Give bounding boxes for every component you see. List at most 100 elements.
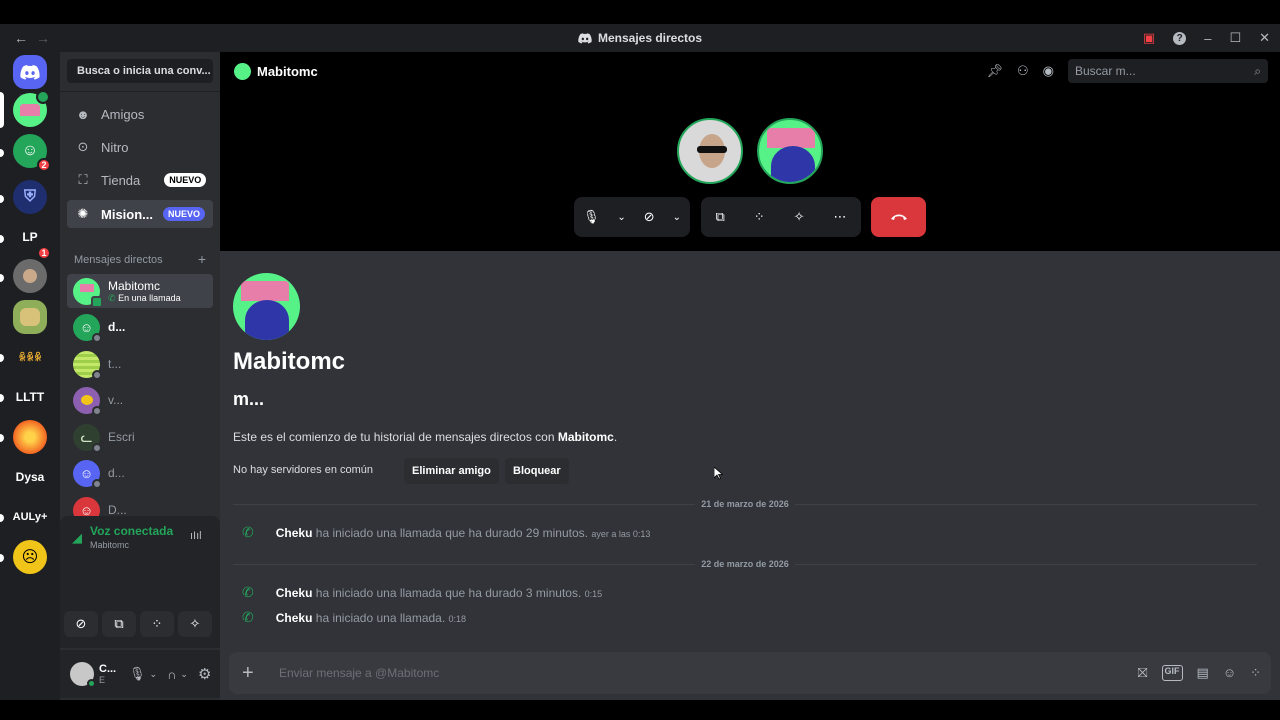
more-options-icon[interactable]: ⋯: [834, 209, 847, 225]
microphone-icon[interactable]: 🎙︎: [129, 666, 146, 682]
camera-off-icon[interactable]: ⊘: [644, 209, 655, 225]
unread-badge: 2: [37, 158, 51, 172]
headphones-icon[interactable]: ∩: [167, 667, 176, 682]
discord-logo-icon: ☺: [21, 142, 39, 159]
friends-icon: ☻: [76, 106, 90, 122]
nav-item-label: Tienda: [101, 172, 141, 188]
user-info[interactable]: C... E: [99, 663, 121, 685]
server-dysa[interactable]: Dysa: [13, 460, 47, 494]
nav-item-shop[interactable]: ⛶ Tienda NUEVO: [67, 166, 213, 194]
header-toolbar: 📌︎ ⚇ ◉ Buscar m... ⌕: [986, 59, 1268, 83]
profile-avatar[interactable]: [233, 273, 300, 340]
soundboard-button[interactable]: ✧: [178, 611, 212, 637]
profile-username: m...: [233, 389, 265, 409]
server-fire[interactable]: [13, 420, 47, 454]
server-active-call[interactable]: [13, 90, 50, 127]
toggle-camera-button[interactable]: ⊘: [64, 611, 98, 637]
nav-item-nitro[interactable]: ⊙ Nitro: [67, 133, 213, 161]
close-icon[interactable]: ✕: [1259, 30, 1270, 46]
shield-icon: ⛨: [23, 188, 36, 205]
add-friend-to-dm-icon[interactable]: ⚇: [1017, 63, 1029, 79]
remove-friend-button[interactable]: Eliminar amigo: [404, 458, 499, 484]
dm-name: Mabitomc: [108, 278, 161, 293]
chevron-down-icon[interactable]: ⌄: [617, 212, 625, 223]
server-lltt[interactable]: LLTT: [13, 380, 47, 414]
avatar-face-icon: [80, 395, 93, 405]
emoji-icon[interactable]: ☺: [1223, 665, 1236, 681]
create-dm-plus-icon[interactable]: +: [198, 252, 206, 266]
hang-up-button[interactable]: [871, 197, 926, 237]
user-panel: C... E 🎙︎ ⌄ ∩ ⌄ ⚙: [60, 650, 220, 698]
message-composer[interactable]: + Enviar mensaje a @Mabitomc ⛝ GIF ▤ ☺ ⁘: [229, 652, 1271, 694]
discord-logo-icon: [20, 64, 40, 80]
header-avatar: [234, 62, 251, 80]
signal-icon[interactable]: ◢: [72, 530, 82, 546]
dm-item[interactable]: ᓚ Escri: [67, 420, 213, 454]
nav-item-friends[interactable]: ☻ Amigos: [67, 100, 213, 128]
server-dm-discord[interactable]: ☺ 2: [13, 134, 51, 172]
maximize-icon[interactable]: ☐: [1229, 30, 1241, 46]
chevron-down-icon[interactable]: ⌄: [673, 212, 681, 223]
settings-gear-icon[interactable]: ⚙: [198, 665, 211, 683]
help-icon[interactable]: ?: [1173, 31, 1187, 45]
user-avatar[interactable]: [70, 662, 96, 688]
dm-text: Mabitomc ✆ En una llamada: [108, 279, 181, 304]
server-food[interactable]: [13, 300, 47, 334]
nav-item-label: Amigos: [101, 106, 145, 122]
dm-item[interactable]: ☺ d...: [67, 310, 213, 344]
user-profile-icon[interactable]: ◉: [1043, 63, 1054, 79]
dm-item[interactable]: v...: [67, 383, 213, 417]
server-emoji[interactable]: ☹: [13, 540, 47, 574]
new-badge: NUEVO: [163, 207, 206, 221]
message-text: ha iniciado una llamada que ha durado 29…: [315, 525, 588, 540]
home-button[interactable]: [13, 55, 47, 89]
share-screen-button[interactable]: ⧉: [102, 611, 136, 637]
dm-item-active[interactable]: Mabitomc ✆ En una llamada: [67, 274, 213, 308]
attach-plus-icon[interactable]: +: [242, 662, 254, 685]
date-label: 21 de marzo de 2026: [701, 499, 789, 509]
call-participant-avatar[interactable]: [757, 118, 823, 184]
message-search-input[interactable]: Buscar m... ⌕: [1068, 59, 1268, 83]
voice-indicator-icon: [36, 90, 50, 104]
noise-suppression-icon[interactable]: ıIıl: [190, 530, 202, 542]
header-name[interactable]: Mabitomc: [257, 64, 318, 79]
dm-name: Escri: [108, 430, 135, 444]
dm-name: D...: [108, 503, 127, 517]
find-conversation-button[interactable]: Busca o inicia una conv...: [67, 59, 213, 83]
chevron-down-icon[interactable]: ⌄: [180, 669, 188, 680]
letterbox-top: [0, 0, 1280, 24]
server-shield[interactable]: ⛨: [13, 180, 47, 214]
message-author[interactable]: Cheku: [276, 586, 313, 600]
chevron-down-icon[interactable]: ⌄: [150, 669, 158, 680]
call-participant-avatar[interactable]: [677, 118, 743, 184]
activities-button[interactable]: ⁘: [140, 611, 174, 637]
phone-icon: ✆: [108, 292, 116, 303]
screen-share-icon[interactable]: ⧉: [715, 209, 724, 225]
gift-icon[interactable]: ⛝: [1138, 665, 1148, 681]
activities-icon[interactable]: ⁘: [754, 209, 765, 225]
avatar: ᓚ: [73, 423, 102, 453]
soundboard-icon[interactable]: ✧: [794, 209, 805, 225]
microphone-icon[interactable]: 🎙︎: [583, 209, 600, 225]
dm-item[interactable]: ☺ d...: [67, 456, 213, 490]
pin-icon[interactable]: 📌︎: [986, 63, 1003, 79]
dm-item[interactable]: t...: [67, 347, 213, 381]
message-author[interactable]: Cheku: [276, 611, 313, 625]
gif-icon[interactable]: GIF: [1161, 665, 1183, 681]
nav-item-quests[interactable]: ✺ Mision... NUEVO: [67, 200, 213, 228]
sticker-icon[interactable]: ▤: [1197, 665, 1209, 681]
server-person-photo[interactable]: [13, 259, 47, 293]
apps-icon[interactable]: ⁘: [1250, 665, 1261, 681]
message-author[interactable]: Cheku: [276, 526, 313, 540]
discord-logo-icon: ☺: [79, 319, 94, 335]
voice-status-text[interactable]: Voz conectada Mabitomc: [90, 524, 173, 550]
server-auly[interactable]: AULy+: [13, 500, 48, 534]
bird-body-icon: [245, 300, 289, 340]
inbox-icon[interactable]: ▣: [1143, 30, 1155, 46]
status-dot: [92, 332, 102, 343]
server-figures[interactable]: ꆜꆜꆜ: [13, 340, 47, 374]
minimize-icon[interactable]: –: [1204, 31, 1211, 46]
block-button[interactable]: Bloquear: [505, 458, 569, 484]
server-lp[interactable]: LP 1: [13, 220, 51, 260]
window-title: Mensajes directos: [0, 31, 1280, 45]
